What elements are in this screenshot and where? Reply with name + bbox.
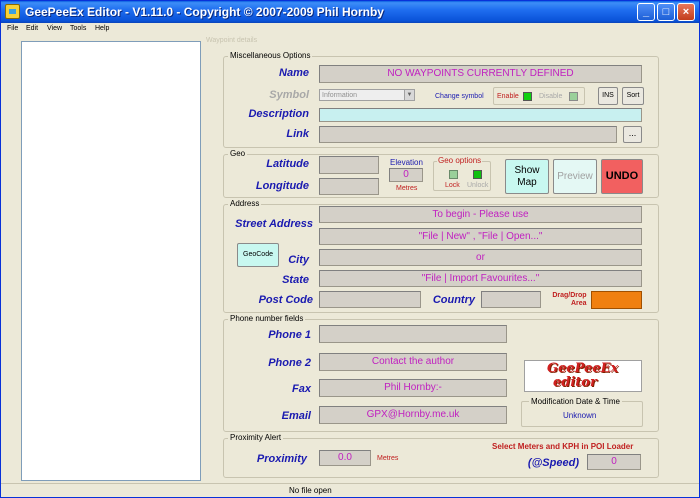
drag-drop-line2: Area <box>571 300 587 307</box>
state-field[interactable]: "File | Import Favourites..." <box>319 270 642 287</box>
enable-label: Enable <box>497 93 519 100</box>
country-field[interactable] <box>481 291 541 308</box>
symbol-select[interactable]: Information ▼ <box>319 89 415 101</box>
insert-button[interactable]: INS <box>598 87 618 105</box>
change-symbol-label: Change symbol <box>435 93 484 100</box>
city-field[interactable]: or <box>319 249 642 266</box>
phone1-field[interactable] <box>319 325 507 343</box>
menu-file[interactable]: File <box>7 25 18 32</box>
drag-drop-area[interactable] <box>591 291 642 309</box>
elevation-label: Elevation <box>390 158 423 167</box>
proximity-label: Proximity <box>256 453 307 465</box>
drag-drop-label: Drag/Drop Area <box>551 292 587 308</box>
postcode-field[interactable] <box>319 291 421 308</box>
maximize-button[interactable]: □ <box>657 3 675 21</box>
country-label: Country <box>432 294 475 306</box>
misc-options-title: Miscellaneous Options <box>228 51 313 60</box>
symbol-select-value: Information <box>322 92 358 99</box>
menu-tools[interactable]: Tools <box>70 25 86 32</box>
postcode-label: Post Code <box>258 294 313 306</box>
longitude-field[interactable] <box>319 178 379 195</box>
street-address-field-2[interactable]: "File | New" , "File | Open..." <box>319 228 642 245</box>
show-map-line1: Show <box>514 165 540 176</box>
geo-options-label: Geo options <box>437 156 483 165</box>
fax-field[interactable]: Phil Hornby:- <box>319 379 507 397</box>
street-address-field-1[interactable]: To begin - Please use <box>319 206 642 223</box>
menu-edit[interactable]: Edit <box>26 25 38 32</box>
show-map-line2: Map <box>517 177 537 188</box>
window-title: GeePeeEx Editor - V1.11.0 - Copyright © … <box>25 5 384 19</box>
menu-bar: File Edit View Tools Help <box>1 23 699 37</box>
fax-label: Fax <box>292 383 311 395</box>
phone1-label: Phone 1 <box>268 329 311 341</box>
waypoint-details-legend: Waypoint details <box>206 37 258 44</box>
logo-line2: editor <box>553 375 597 390</box>
link-field[interactable] <box>319 126 617 143</box>
app-window: GeePeeEx Editor - V1.11.0 - Copyright © … <box>0 0 700 498</box>
geepeeex-logo: GeePeeEx editor <box>524 360 642 392</box>
email-field[interactable]: GPX@Hornby.me.uk <box>319 406 507 424</box>
lock-checkbox[interactable] <box>449 170 458 179</box>
elevation-unit: Metres <box>396 185 418 192</box>
elevation-field[interactable]: 0 <box>389 168 423 182</box>
city-label: City <box>288 254 309 266</box>
description-label: Description <box>248 108 309 120</box>
enable-checkbox[interactable] <box>523 92 532 101</box>
lock-label: Lock <box>445 182 460 189</box>
email-label: Email <box>281 410 311 422</box>
menu-help[interactable]: Help <box>95 25 109 32</box>
proximity-title: Proximity Alert <box>228 433 284 442</box>
description-field[interactable] <box>319 108 642 122</box>
minimize-button[interactable]: _ <box>637 3 655 21</box>
latitude-label: Latitude <box>266 158 309 170</box>
latitude-field[interactable] <box>319 156 379 174</box>
poi-loader-note: Select Meters and KPH in POI Loader <box>492 442 634 451</box>
drag-drop-line1: Drag/Drop <box>552 292 587 299</box>
waypoint-list[interactable] <box>21 41 201 481</box>
close-button[interactable]: × <box>677 3 695 21</box>
phone-title: Phone number fields <box>228 314 306 323</box>
speed-label: (@Speed) <box>527 457 579 469</box>
name-label: Name <box>279 67 309 79</box>
phone2-label: Phone 2 <box>268 357 311 369</box>
modification-value: Unknown <box>563 411 597 420</box>
state-label: State <box>282 274 309 286</box>
symbol-label: Symbol <box>269 89 309 101</box>
proximity-unit: Metres <box>377 455 399 462</box>
link-browse-button[interactable]: ... <box>623 126 642 143</box>
modification-label: Modification Date & Time <box>529 397 622 406</box>
disable-label: Disable <box>539 93 563 100</box>
status-bar: No file open <box>1 483 699 497</box>
phone2-field[interactable]: Contact the author <box>319 353 507 371</box>
logo-line1: GeePeeEx <box>547 361 619 376</box>
address-title: Address <box>228 199 262 208</box>
chevron-down-icon: ▼ <box>404 90 414 100</box>
street-address-label: Street Address <box>235 218 313 230</box>
status-text: No file open <box>289 486 332 495</box>
speed-field[interactable]: 0 <box>587 454 641 470</box>
name-field[interactable]: NO WAYPOINTS CURRENTLY DEFINED <box>319 65 642 83</box>
sort-button[interactable]: Sort <box>622 87 644 105</box>
geo-title: Geo <box>228 149 248 158</box>
link-label: Link <box>286 128 309 140</box>
unlock-checkbox[interactable] <box>473 170 482 179</box>
show-map-button[interactable]: Show Map <box>505 159 549 194</box>
longitude-label: Longitude <box>255 180 309 192</box>
preview-button[interactable]: Preview <box>553 159 597 194</box>
title-bar[interactable]: GeePeeEx Editor - V1.11.0 - Copyright © … <box>1 1 699 23</box>
disable-checkbox[interactable] <box>569 92 578 101</box>
undo-button[interactable]: UNDO <box>601 159 643 194</box>
app-icon <box>5 4 20 19</box>
proximity-field[interactable]: 0.0 <box>319 450 371 466</box>
menu-view[interactable]: View <box>47 25 62 32</box>
unlock-label: Unlock <box>467 182 489 189</box>
